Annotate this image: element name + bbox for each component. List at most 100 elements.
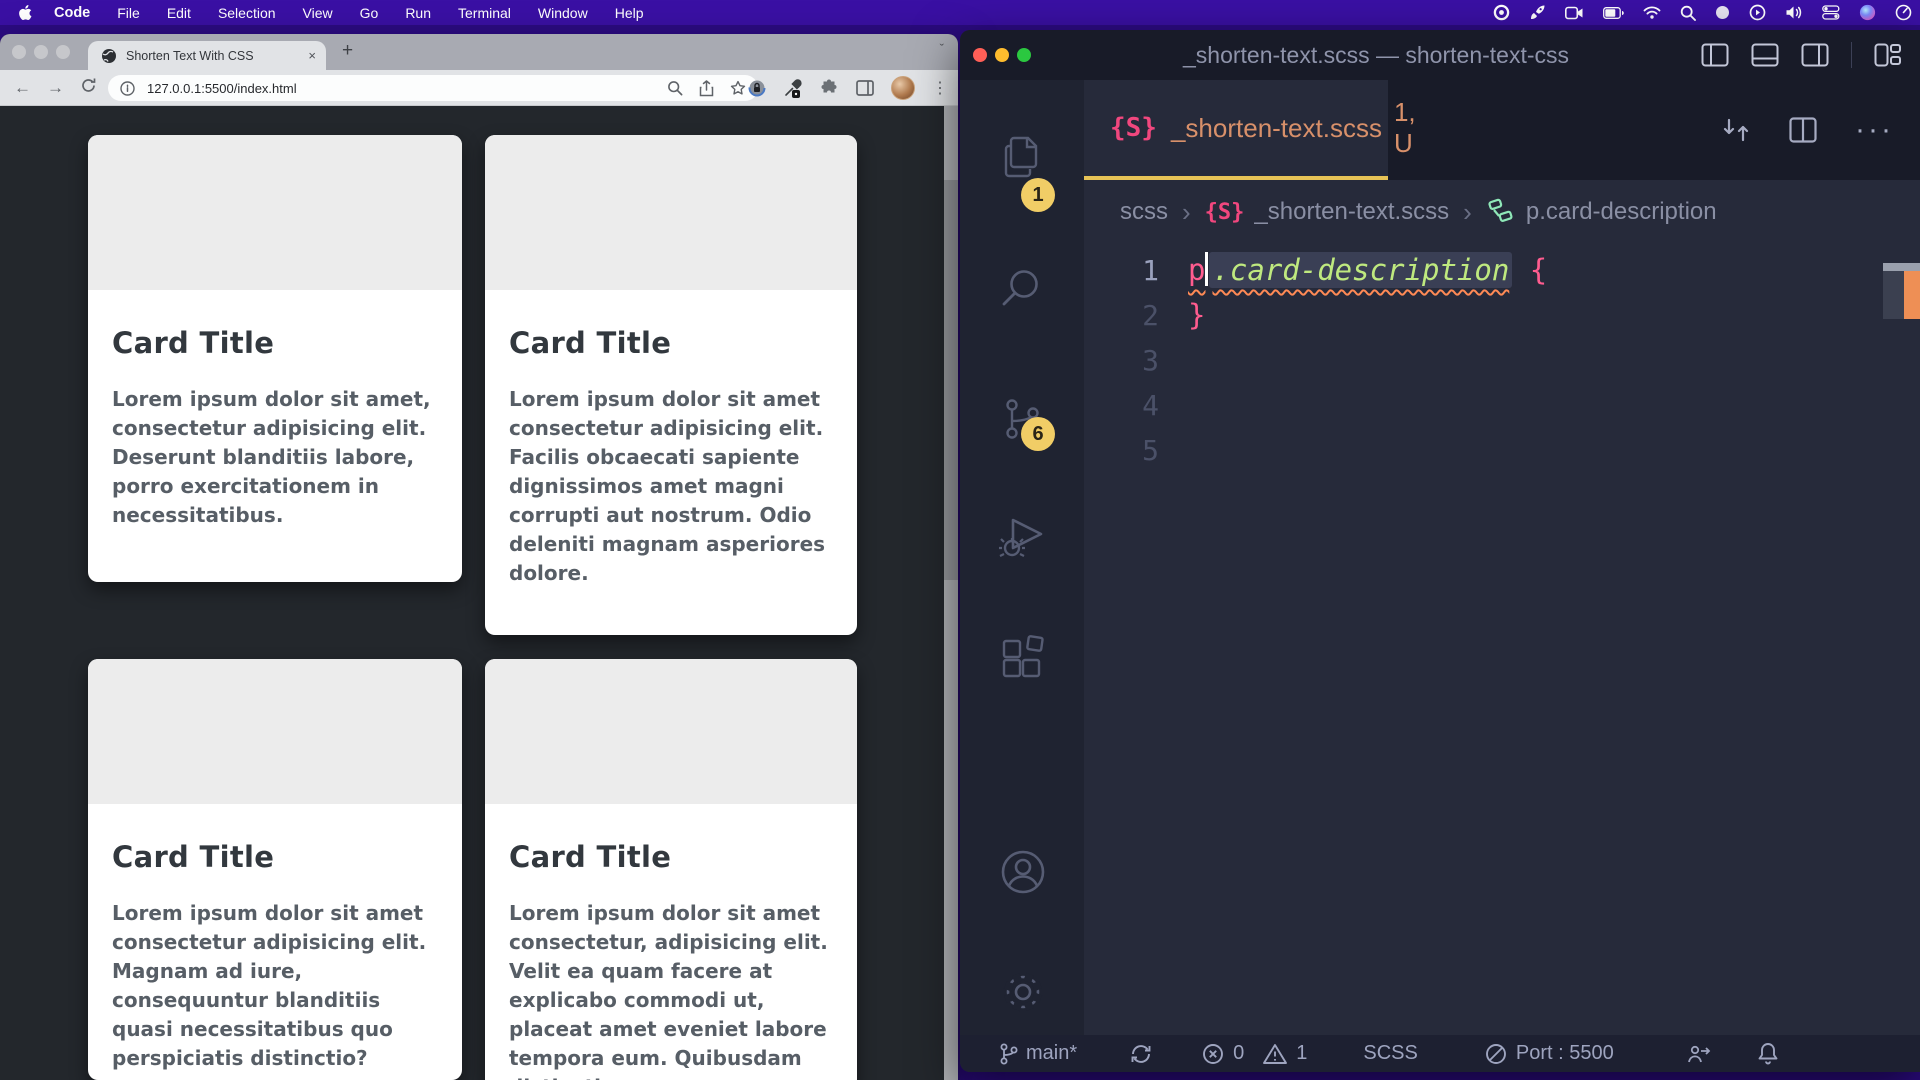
record-icon[interactable] (1493, 4, 1510, 21)
wifi-icon[interactable] (1643, 6, 1661, 19)
window-close-button[interactable] (12, 45, 26, 59)
toggle-changes-icon[interactable] (1721, 115, 1751, 145)
bell-icon (1756, 1041, 1780, 1067)
sass-file-icon: {S} (1110, 113, 1157, 143)
zoom-icon[interactable] (667, 80, 683, 96)
search-icon[interactable] (999, 265, 1045, 311)
editor-tab-active[interactable]: {S} _shorten-text.scss 1, U (1084, 80, 1388, 180)
language-mode-item[interactable]: SCSS (1363, 1042, 1417, 1065)
extension-lock-icon[interactable] (748, 79, 766, 97)
tab-search-chevron-icon[interactable]: ˇ (940, 41, 944, 56)
git-branch-item[interactable]: main* (998, 1042, 1077, 1066)
clock-icon[interactable] (1895, 4, 1912, 21)
forward-button[interactable]: → (39, 78, 72, 98)
person-arrow-icon (1686, 1042, 1712, 1066)
page-scrollbar-track[interactable] (944, 106, 958, 1080)
menu-bar-status-area (1493, 0, 1912, 25)
status-bar: main* 0 1 SCSS Port : 5500 (960, 1035, 1920, 1072)
puzzle-icon[interactable] (820, 79, 839, 98)
editor-tab-bar: {S} _shorten-text.scss 1, U ··· (1084, 80, 1920, 180)
browser-window: Shorten Text With CSS × + ˇ ← → 127.0.0.… (0, 34, 958, 1080)
siri-icon[interactable] (1859, 4, 1876, 21)
notifications-bell-item[interactable] (1756, 1041, 1780, 1067)
live-server-port-item[interactable]: Port : 5500 (1484, 1042, 1614, 1066)
settings-gear-icon[interactable] (999, 968, 1047, 1016)
code-line-1: p.card-description { (1188, 248, 1547, 293)
source-control-badge: 6 (1021, 417, 1055, 451)
live-share-item[interactable] (1686, 1042, 1712, 1066)
line-number: 2 (1089, 293, 1159, 338)
breadcrumb-symbol[interactable]: p.card-description (1526, 198, 1717, 226)
profile-avatar[interactable] (891, 76, 915, 100)
breadcrumb: scss › {S} _shorten-text.scss › p.card-d… (1084, 180, 1920, 244)
chevron-right-icon: › (1182, 197, 1191, 228)
scss-tag-token: p (1188, 253, 1205, 287)
eyedropper-icon[interactable] (783, 78, 803, 98)
window-minimize-button[interactable] (34, 45, 48, 59)
site-info-icon[interactable] (120, 81, 135, 96)
browser-menu-icon[interactable]: ⋮ (932, 78, 948, 98)
share-icon[interactable] (699, 80, 714, 97)
card-1-title: Card Title (112, 326, 438, 360)
page-scrollbar-thumb[interactable] (944, 180, 958, 580)
explorer-icon[interactable] (999, 132, 1045, 182)
vscode-window: _shorten-text.scss — shorten-text-css 1 … (960, 30, 1920, 1072)
rocket-icon[interactable] (1529, 4, 1546, 21)
menu-file[interactable]: File (117, 5, 140, 21)
more-actions-icon[interactable]: ··· (1855, 113, 1894, 147)
tab-close-icon[interactable]: × (308, 48, 316, 63)
side-panel-icon[interactable] (856, 80, 874, 96)
volume-icon[interactable] (1785, 5, 1803, 20)
menu-help[interactable]: Help (615, 5, 644, 21)
run-debug-icon[interactable] (999, 512, 1047, 562)
customize-layout-icon[interactable] (1874, 43, 1902, 67)
extensions-icon[interactable] (999, 635, 1047, 683)
reload-button[interactable] (72, 77, 105, 99)
dot-icon[interactable] (1715, 5, 1730, 20)
menu-edit[interactable]: Edit (167, 5, 191, 21)
search-icon[interactable] (1680, 5, 1696, 21)
menu-go[interactable]: Go (360, 5, 379, 21)
account-icon[interactable] (999, 848, 1047, 896)
video-camera-icon[interactable] (1565, 6, 1584, 20)
menu-terminal[interactable]: Terminal (458, 5, 511, 21)
address-bar[interactable]: 127.0.0.1:5500/index.html (108, 75, 758, 101)
toggle-primary-sidebar-icon[interactable] (1701, 43, 1729, 67)
play-circle-icon[interactable] (1749, 4, 1766, 21)
toggle-panel-icon[interactable] (1751, 43, 1779, 67)
menu-selection[interactable]: Selection (218, 5, 276, 21)
sync-changes-button[interactable] (1129, 1042, 1153, 1066)
card-1-description: Lorem ipsum dolor sit amet, consectetur … (112, 385, 438, 530)
new-tab-button[interactable]: + (342, 40, 353, 62)
editor-scrollbar-thumb[interactable] (1883, 271, 1904, 319)
breadcrumb-folder[interactable]: scss (1120, 198, 1168, 226)
editor-tab-problems-git-decoration: 1, U (1394, 97, 1416, 159)
code-editor[interactable]: 1 2 3 4 5 p.card-description { } (1084, 244, 1920, 1035)
menu-view[interactable]: View (303, 5, 333, 21)
toggle-secondary-sidebar-icon[interactable] (1801, 43, 1829, 67)
macos-menu-bar: Code File Edit Selection View Go Run Ter… (0, 0, 1920, 25)
menu-window[interactable]: Window (538, 5, 588, 21)
active-app-name[interactable]: Code (54, 5, 90, 21)
card-2-image-placeholder (485, 135, 857, 290)
split-editor-icon[interactable] (1789, 117, 1817, 143)
battery-icon[interactable] (1603, 7, 1624, 19)
overview-ruler-warning-marker (1904, 271, 1920, 319)
problems-item[interactable]: 0 1 (1201, 1042, 1307, 1066)
window-zoom-button[interactable] (56, 45, 70, 59)
star-icon[interactable] (730, 80, 746, 96)
warnings-count: 1 (1296, 1042, 1307, 1065)
back-button[interactable]: ← (6, 78, 39, 98)
card-2: Card Title Lorem ipsum dolor sit amet co… (485, 135, 857, 635)
menu-run[interactable]: Run (405, 5, 431, 21)
symbol-selector-icon (1486, 197, 1516, 227)
extensions-area: ⋮ (748, 70, 948, 106)
card-1-image-placeholder (88, 135, 462, 290)
apple-logo-icon[interactable] (18, 5, 32, 21)
browser-tab[interactable]: Shorten Text With CSS × (88, 41, 326, 70)
breadcrumb-file[interactable]: _shorten-text.scss (1254, 198, 1449, 226)
git-branch-label: main* (1026, 1042, 1077, 1065)
url-text[interactable]: 127.0.0.1:5500/index.html (147, 81, 651, 96)
control-center-icon[interactable] (1822, 5, 1840, 20)
card-2-description: Lorem ipsum dolor sit amet consectetur a… (509, 385, 833, 588)
